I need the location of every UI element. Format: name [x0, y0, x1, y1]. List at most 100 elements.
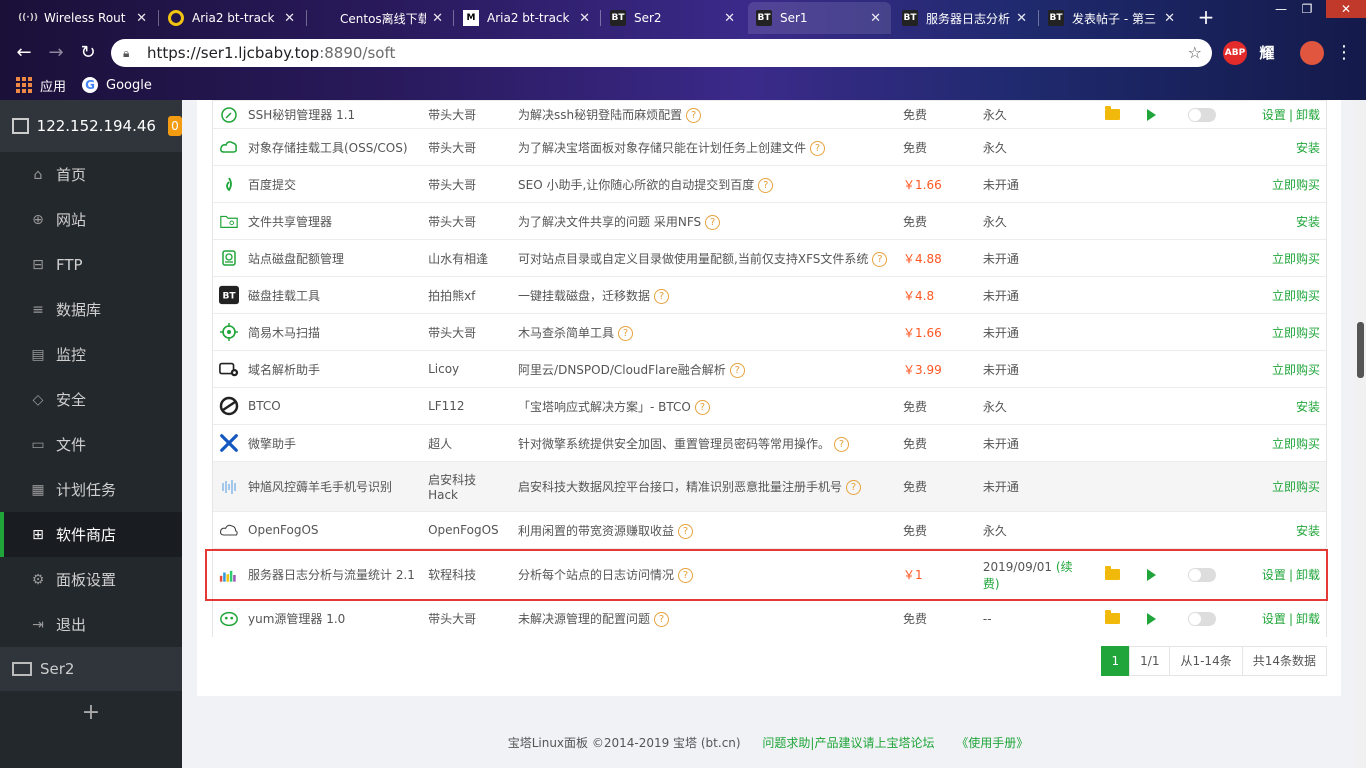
- op-buy-link[interactable]: 立即购买: [1272, 326, 1320, 340]
- open-folder-icon[interactable]: [1104, 566, 1120, 580]
- op-uninstall-link[interactable]: 卸载: [1296, 568, 1320, 582]
- tab-close-icon[interactable]: ✕: [1016, 11, 1027, 26]
- tab-close-icon[interactable]: ✕: [579, 11, 590, 26]
- footer-forum-link[interactable]: 问题求助|产品建议请上宝塔论坛: [762, 736, 934, 750]
- op-install-link[interactable]: 安装: [1296, 141, 1320, 155]
- cell-operations: 安装: [1246, 128, 1327, 166]
- bookmark-star-icon[interactable]: ☆: [1188, 43, 1202, 62]
- browser-tab[interactable]: M Aria2 bt-track ✕: [455, 2, 600, 34]
- help-icon[interactable]: ?: [678, 523, 694, 539]
- cell-name: BTCO: [212, 387, 423, 425]
- forward-button[interactable]: →: [44, 41, 68, 65]
- tab-close-icon[interactable]: ✕: [136, 11, 147, 26]
- home-display-toggle[interactable]: [1187, 567, 1216, 582]
- restore-button[interactable]: ❐: [1294, 0, 1320, 18]
- op-install-link[interactable]: 安装: [1296, 524, 1320, 538]
- op-buy-link[interactable]: 立即购买: [1272, 178, 1320, 192]
- home-display-toggle[interactable]: [1187, 107, 1216, 122]
- op-buy-link[interactable]: 立即购买: [1272, 289, 1320, 303]
- page-current[interactable]: 1: [1100, 646, 1131, 676]
- help-icon[interactable]: ?: [846, 480, 862, 495]
- sidebar-item-shield[interactable]: ◇ 安全: [0, 377, 182, 422]
- op-buy-link[interactable]: 立即购买: [1272, 437, 1320, 451]
- help-icon[interactable]: ?: [705, 214, 721, 230]
- sidebar-item-folder[interactable]: ▭ 文件: [0, 422, 182, 467]
- sidebar-item-monitor[interactable]: ▤ 监控: [0, 332, 182, 377]
- bookmark-apps[interactable]: 应用: [16, 76, 66, 95]
- op-buy-link[interactable]: 立即购买: [1272, 252, 1320, 266]
- op-install-link[interactable]: 安装: [1296, 215, 1320, 229]
- footer-manual-link[interactable]: 《使用手册》: [956, 736, 1028, 750]
- minimize-button[interactable]: —: [1268, 0, 1294, 18]
- menu-icon[interactable]: ⋮: [1332, 41, 1356, 65]
- help-icon[interactable]: ?: [758, 177, 774, 193]
- browser-tab[interactable]: ((·)) Wireless Rout ✕: [12, 2, 157, 34]
- sidebar-item-grid[interactable]: ⊞ 软件商店: [0, 512, 182, 557]
- sidebar-item-globe[interactable]: ⊕ 网站: [0, 197, 182, 242]
- browser-toolbar: ← → ↻ 🔒︎ https://ser1.ljcbaby.top:8890/s…: [0, 36, 1366, 70]
- help-icon[interactable]: ?: [810, 140, 826, 156]
- tab-close-icon[interactable]: ✕: [432, 11, 443, 26]
- sidebar-item-ftp[interactable]: ⊟ FTP: [0, 242, 182, 287]
- help-icon[interactable]: ?: [694, 399, 710, 415]
- address-bar[interactable]: 🔒︎ https://ser1.ljcbaby.top:8890/soft ☆: [111, 39, 1212, 67]
- footer: 宝塔Linux面板 ©2014-2019 宝塔 (bt.cn) 问题求助|产品建…: [182, 734, 1354, 751]
- help-icon[interactable]: ?: [654, 288, 670, 304]
- op-settings-link[interactable]: 设置: [1262, 108, 1286, 122]
- browser-tab[interactable]: Aria2 bt-track ✕: [160, 2, 305, 34]
- play-icon[interactable]: [1146, 612, 1156, 625]
- sidebar-item-logout[interactable]: ⇥ 退出: [0, 602, 182, 647]
- tab-close-icon[interactable]: ✕: [1164, 11, 1175, 26]
- op-buy-link[interactable]: 立即购买: [1272, 363, 1320, 377]
- developer: 带头大哥: [428, 325, 477, 340]
- plugin-description: 利用闲置的带宽资源赚取收益: [518, 523, 675, 538]
- reload-button[interactable]: ↻: [76, 41, 100, 65]
- browser-tab[interactable]: BT Ser1 ✕: [748, 2, 891, 34]
- profile-avatar[interactable]: [1300, 41, 1324, 65]
- home-display-toggle[interactable]: [1187, 611, 1216, 626]
- sidebar-item-gear[interactable]: ⚙ 面板设置: [0, 557, 182, 602]
- table-row: 服务器日志分析与流量统计 2.1 软程科技 分析每个站点的日志访问情况? ￥1 2019…: [212, 548, 1327, 601]
- play-icon[interactable]: [1146, 108, 1156, 121]
- browser-tab[interactable]: BT 服务器日志分析 ✕: [894, 2, 1037, 34]
- back-button[interactable]: ←: [12, 41, 36, 65]
- sidebar-item-database[interactable]: ≡ 数据库: [0, 287, 182, 332]
- help-icon[interactable]: ?: [678, 568, 694, 583]
- tab-close-icon[interactable]: ✕: [870, 11, 881, 26]
- scrollbar[interactable]: [1354, 100, 1366, 768]
- browser-tab[interactable]: BT Ser2 ✕: [602, 2, 745, 34]
- browser-tab[interactable]: BT 发表帖子 - 第三 ✕: [1040, 2, 1185, 34]
- help-icon[interactable]: ?: [872, 251, 888, 267]
- secondary-server[interactable]: Ser2: [0, 647, 182, 691]
- scrollbar-thumb[interactable]: [1357, 322, 1364, 378]
- help-icon[interactable]: ?: [834, 436, 850, 452]
- help-icon[interactable]: ?: [618, 325, 634, 341]
- add-server-button[interactable]: +: [0, 700, 182, 725]
- plugin-description: SEO 小助手,让你随心所欲的自动提交到百度: [518, 177, 755, 192]
- help-icon[interactable]: ?: [686, 108, 702, 123]
- help-icon[interactable]: ?: [729, 362, 745, 378]
- sidebar-item-calendar[interactable]: ▦ 计划任务: [0, 467, 182, 512]
- sidebar-item-home[interactable]: ⌂ 首页: [0, 152, 182, 197]
- op-uninstall-link[interactable]: 卸载: [1296, 108, 1320, 122]
- open-folder-icon[interactable]: [1104, 106, 1120, 120]
- open-folder-icon[interactable]: [1104, 610, 1120, 625]
- op-install-link[interactable]: 安装: [1296, 400, 1320, 414]
- tab-close-icon[interactable]: ✕: [724, 11, 735, 26]
- notification-badge[interactable]: 0: [167, 116, 182, 136]
- close-window-button[interactable]: ✕: [1326, 0, 1366, 18]
- op-settings-link[interactable]: 设置: [1262, 568, 1286, 582]
- op-uninstall-link[interactable]: 卸载: [1296, 612, 1320, 626]
- bt-icon: BT: [756, 10, 772, 26]
- browser-tab[interactable]: Centos离线下载 ✕: [308, 2, 453, 34]
- new-tab-button[interactable]: +: [1195, 6, 1217, 28]
- play-icon[interactable]: [1146, 568, 1156, 581]
- tab-close-icon[interactable]: ✕: [284, 11, 295, 26]
- op-settings-link[interactable]: 设置: [1262, 612, 1286, 626]
- bookmark-google[interactable]: G Google: [82, 77, 152, 93]
- op-buy-link[interactable]: 立即购买: [1272, 480, 1320, 494]
- server-header[interactable]: 122.152.194.46 0: [0, 100, 182, 152]
- adblock-plus-icon[interactable]: ABP: [1223, 41, 1247, 65]
- extension-icon[interactable]: 耀: [1255, 41, 1279, 65]
- help-icon[interactable]: ?: [654, 612, 670, 628]
